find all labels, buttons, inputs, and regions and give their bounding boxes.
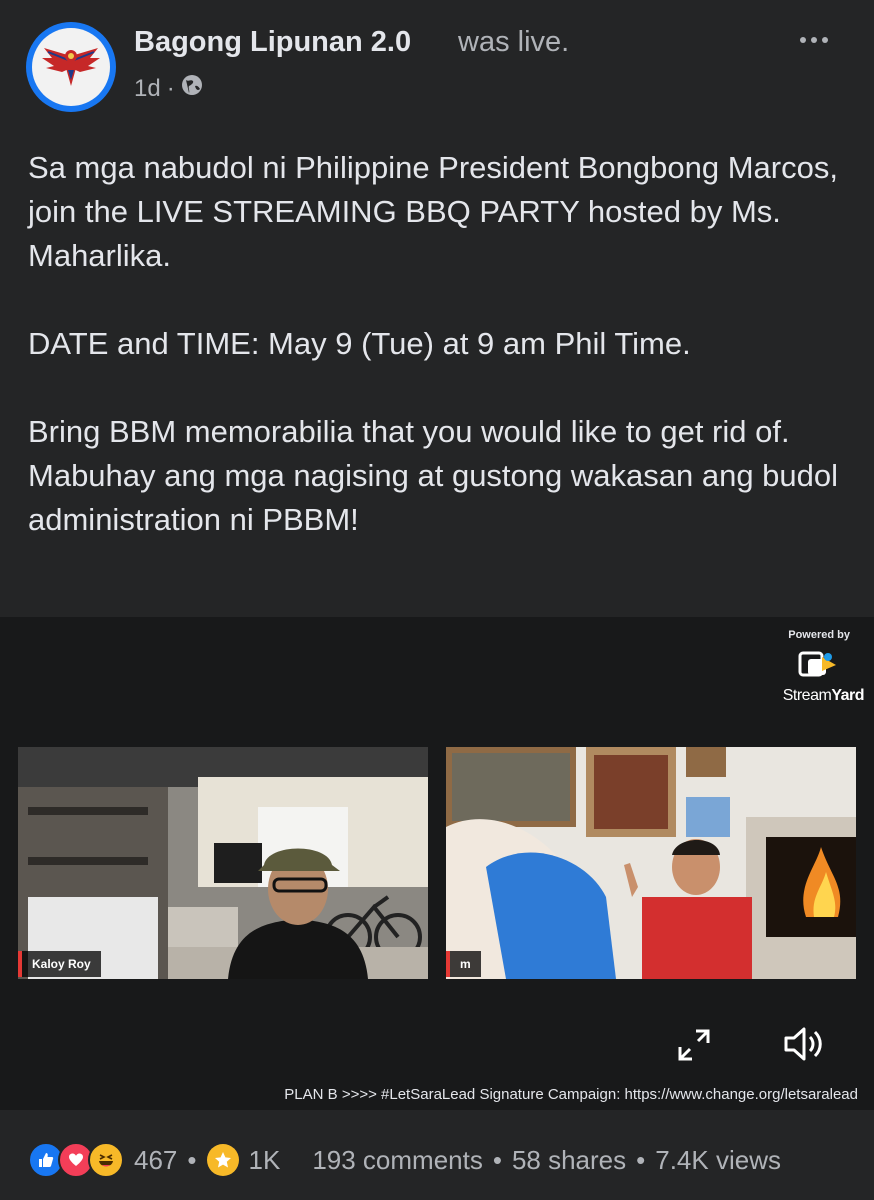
post-paragraph: Mabuhay ang mga nagising at gustong waka…: [28, 458, 839, 537]
stars-icon: [206, 1144, 239, 1176]
dot-separator: •: [187, 1144, 197, 1175]
room-scene-image: [18, 747, 428, 979]
post-body: Sa mga nabudol ni Philippine President B…: [28, 146, 848, 542]
dot-separator: •: [492, 1144, 502, 1175]
shares-count[interactable]: 58 shares: [512, 1145, 626, 1176]
expand-icon[interactable]: [676, 1027, 712, 1063]
streamyard-brand-stream: Stream: [782, 687, 832, 704]
post-paragraph: DATE and TIME: May 9 (Tue) at 9 am Phil …: [28, 326, 691, 361]
page-avatar[interactable]: [26, 22, 116, 112]
meta-separator: ·: [166, 74, 175, 102]
post-paragraph: Bring BBM memorabilia that you would lik…: [28, 414, 790, 449]
comments-count[interactable]: 193 comments: [312, 1145, 483, 1176]
streamyard-brand-yard: Yard: [831, 687, 864, 704]
campaign-banner-text: PLAN B >>>> #LetSaraLead Signature Campa…: [284, 1086, 858, 1103]
live-status: was live.: [458, 26, 570, 58]
stars-count[interactable]: 1K: [249, 1145, 281, 1176]
dot-separator: •: [636, 1144, 646, 1175]
participant-name-tag: m: [446, 951, 481, 977]
reaction-icons[interactable]: [28, 1142, 124, 1178]
haha-reaction-icon: [88, 1142, 124, 1178]
campaign-banner: PLAN B >>>> #LetSaraLead Signature Campa…: [0, 1079, 874, 1110]
post-meta: 1d ·: [134, 74, 203, 103]
page-name[interactable]: Bagong Lipunan 2.0: [134, 26, 411, 59]
post-header: Bagong Lipunan 2.0 was live. 1d ·: [0, 0, 874, 130]
volume-icon[interactable]: [782, 1024, 828, 1064]
eagle-logo-icon: [32, 28, 110, 106]
participant-video-left: Kaloy Roy: [18, 747, 428, 979]
more-options-icon[interactable]: [794, 30, 834, 50]
living-room-scene-image: [446, 747, 856, 979]
streamyard-brand: StreamYard: [782, 687, 865, 705]
powered-by-label: Powered by: [788, 629, 850, 641]
post-time[interactable]: 1d: [134, 75, 161, 103]
participant-video-right: m: [446, 747, 856, 979]
reaction-count[interactable]: 467: [134, 1145, 177, 1176]
globe-icon: [181, 74, 203, 103]
participant-name: m: [460, 957, 471, 971]
engagement-bar: 467 • 1K 193 comments • 58 shares • 7.4K…: [0, 1120, 874, 1200]
post-paragraph: Sa mga nabudol ni Philippine President B…: [28, 150, 838, 273]
views-count: 7.4K views: [655, 1144, 781, 1175]
participant-name: Kaloy Roy: [32, 957, 91, 971]
live-video-player[interactable]: Powered by StreamYard Kaloy Roy m PLAN B…: [0, 617, 874, 1110]
participant-name-tag: Kaloy Roy: [18, 951, 101, 977]
